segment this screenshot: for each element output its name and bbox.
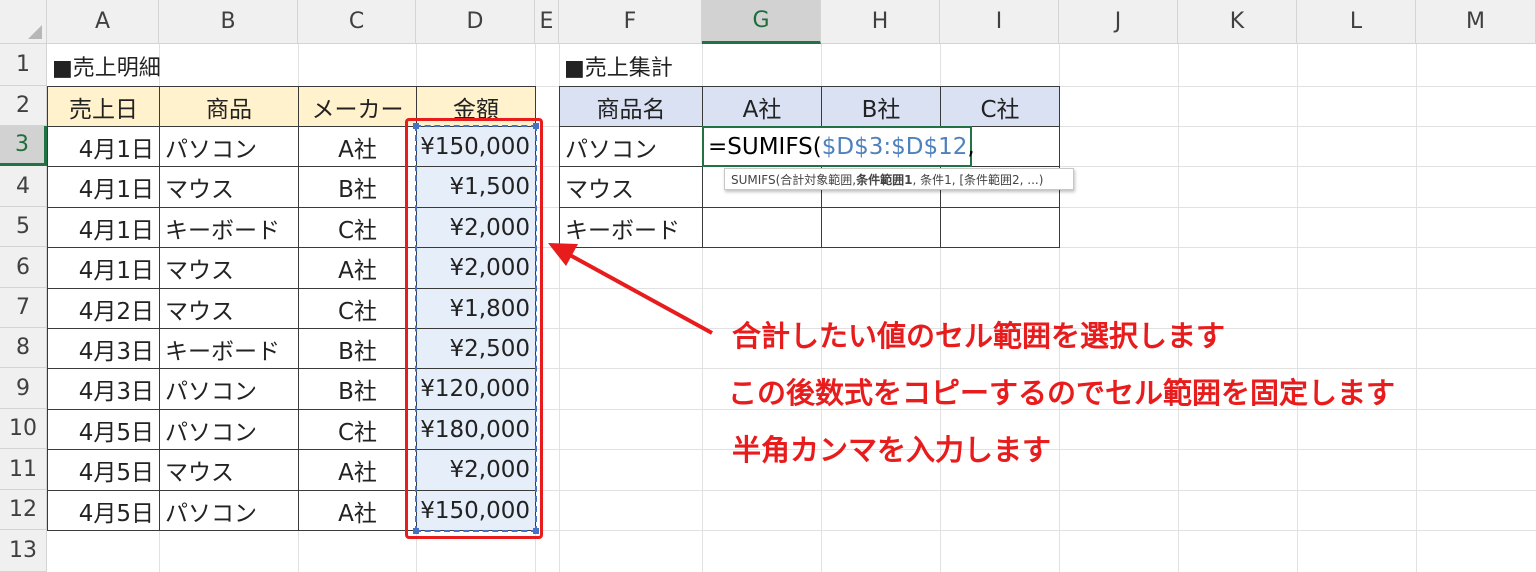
left-table-title: ■売上明細: [52, 55, 161, 81]
sales-product-cell[interactable]: マウス: [159, 449, 299, 491]
sales-maker-cell[interactable]: C社: [298, 288, 417, 329]
sales-date-cell[interactable]: 4月3日: [47, 368, 160, 410]
summary-header-3: C社: [940, 86, 1060, 127]
sales-product-cell[interactable]: キーボード: [159, 207, 299, 248]
summary-value-cell[interactable]: [702, 207, 822, 248]
range-handle[interactable]: [533, 123, 539, 129]
sales-maker-cell[interactable]: A社: [298, 247, 417, 289]
summary-value-cell[interactable]: [940, 207, 1060, 248]
annotation-text-3: 半角カンマを入力します: [732, 433, 1052, 467]
row-header-5[interactable]: 5: [0, 207, 47, 247]
sales-maker-cell[interactable]: C社: [298, 409, 417, 450]
sales-maker-cell[interactable]: A社: [298, 490, 417, 531]
selected-range-marquee: [415, 125, 537, 532]
column-header-f[interactable]: F: [559, 0, 702, 44]
sales-date-cell[interactable]: 4月3日: [47, 328, 160, 369]
summary-header-2: B社: [821, 86, 941, 127]
summary-value-cell[interactable]: [821, 207, 941, 248]
formula-range-ref: $D$3:$D$12: [821, 133, 968, 160]
row-header-10[interactable]: 10: [0, 409, 47, 449]
row-header-13[interactable]: 13: [0, 530, 47, 572]
sales-product-cell[interactable]: パソコン: [159, 490, 299, 531]
sales-header-1: 商品: [159, 86, 299, 127]
select-all-corner[interactable]: [0, 0, 47, 44]
sales-maker-cell[interactable]: B社: [298, 328, 417, 369]
sales-maker-cell[interactable]: B社: [298, 166, 417, 208]
sales-maker-cell[interactable]: C社: [298, 207, 417, 248]
sales-date-cell[interactable]: 4月1日: [47, 207, 160, 248]
sales-product-cell[interactable]: パソコン: [159, 126, 299, 167]
sales-maker-cell[interactable]: A社: [298, 449, 417, 491]
gridline-col: [1297, 44, 1298, 572]
sales-date-cell[interactable]: 4月1日: [47, 166, 160, 208]
column-header-d[interactable]: D: [416, 0, 535, 44]
range-handle[interactable]: [533, 528, 539, 534]
sales-product-cell[interactable]: マウス: [159, 166, 299, 208]
formula-suffix: ,: [967, 133, 975, 160]
function-argument-tooltip: SUMIFS(合計対象範囲, 条件範囲1, 条件1, [条件範囲2, ...): [724, 168, 1074, 190]
range-handle[interactable]: [413, 528, 419, 534]
summary-product-cell[interactable]: マウス: [559, 166, 703, 208]
column-header-k[interactable]: K: [1178, 0, 1297, 44]
sales-product-cell[interactable]: パソコン: [159, 409, 299, 450]
sales-date-cell[interactable]: 4月1日: [47, 126, 160, 167]
sales-product-cell[interactable]: パソコン: [159, 368, 299, 410]
column-header-b[interactable]: B: [159, 0, 298, 44]
summary-header-0: 商品名: [559, 86, 703, 127]
sales-date-cell[interactable]: 4月5日: [47, 490, 160, 531]
sales-maker-cell[interactable]: A社: [298, 126, 417, 167]
annotation-text-2: この後数式をコピーするのでセル範囲を固定します: [728, 376, 1396, 410]
right-table-title: ■売上集計: [564, 55, 673, 81]
row-header-11[interactable]: 11: [0, 449, 47, 490]
row-header-7[interactable]: 7: [0, 288, 47, 328]
sales-date-cell[interactable]: 4月5日: [47, 449, 160, 491]
sales-header-0: 売上日: [47, 86, 160, 127]
column-header-c[interactable]: C: [298, 0, 416, 44]
spreadsheet[interactable]: ABCDEFGHIJKLM 1 2 3 4 5 6 7 8 9 10 11 12 13 ■売上明細 ■売上…: [0, 0, 1536, 572]
sales-date-cell[interactable]: 4月1日: [47, 247, 160, 289]
row-header-8[interactable]: 8: [0, 328, 47, 368]
sales-product-cell[interactable]: キーボード: [159, 328, 299, 369]
column-header-a[interactable]: A: [47, 0, 159, 44]
row-header-6[interactable]: 6: [0, 247, 47, 288]
annotation-text-1: 合計したい値のセル範囲を選択します: [732, 319, 1226, 353]
row-header-3[interactable]: 3: [0, 126, 47, 166]
column-header-l[interactable]: L: [1297, 0, 1416, 44]
summary-product-cell[interactable]: パソコン: [559, 126, 703, 167]
gridline-col: [1416, 44, 1417, 572]
summary-header-1: A社: [702, 86, 822, 127]
formula-edit-cell-G3[interactable]: =SUMIFS($D$3:$D$12,: [702, 126, 975, 167]
sales-header-2: メーカー: [298, 86, 417, 127]
row-header-9[interactable]: 9: [0, 368, 47, 409]
column-header-m[interactable]: M: [1416, 0, 1536, 44]
formula-prefix: =SUMIFS(: [708, 133, 822, 160]
sales-date-cell[interactable]: 4月2日: [47, 288, 160, 329]
row-header-1[interactable]: 1: [0, 44, 47, 86]
column-header-e[interactable]: E: [535, 0, 559, 44]
column-header-j[interactable]: J: [1059, 0, 1178, 44]
tooltip-current-arg: 条件範囲1: [856, 172, 913, 187]
sales-maker-cell[interactable]: B社: [298, 368, 417, 410]
row-header-2[interactable]: 2: [0, 86, 47, 126]
gridline-col: [1178, 44, 1179, 572]
summary-product-cell[interactable]: キーボード: [559, 207, 703, 248]
sales-date-cell[interactable]: 4月5日: [47, 409, 160, 450]
row-header-12[interactable]: 12: [0, 490, 47, 530]
row-header-4[interactable]: 4: [0, 166, 47, 207]
range-handle[interactable]: [413, 123, 419, 129]
column-header-i[interactable]: I: [940, 0, 1059, 44]
column-header-g[interactable]: G: [702, 0, 821, 44]
column-header-h[interactable]: H: [821, 0, 940, 44]
sales-product-cell[interactable]: マウス: [159, 247, 299, 289]
tooltip-part-1: SUMIFS(合計対象範囲,: [731, 172, 857, 187]
sales-product-cell[interactable]: マウス: [159, 288, 299, 329]
arrow-shaft: [567, 252, 713, 335]
tooltip-part-2: , 条件1, [条件範囲2, ...): [912, 172, 1044, 187]
